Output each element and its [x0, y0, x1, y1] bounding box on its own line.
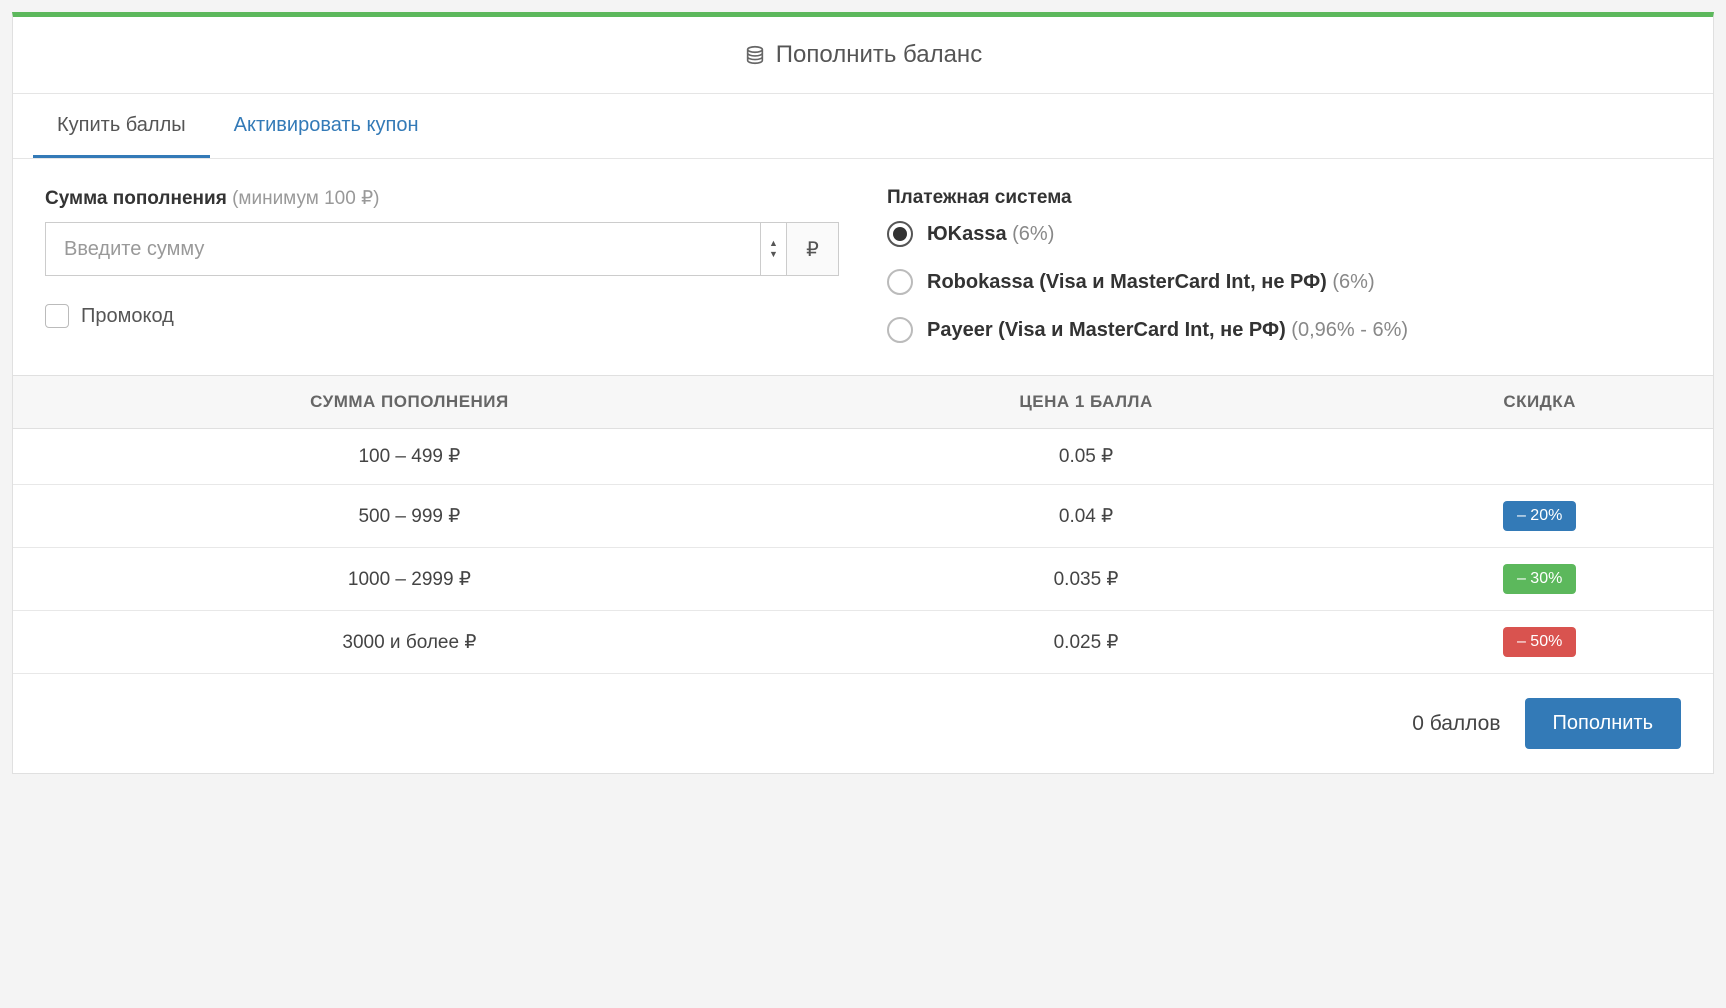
th-discount: СКИДКА	[1366, 376, 1713, 429]
currency-addon: ₽	[786, 223, 838, 275]
price-table: СУММА ПОПОЛНЕНИЯ ЦЕНА 1 БАЛЛА СКИДКА 100…	[13, 375, 1713, 674]
cell-amount: 500 – 999 ₽	[13, 485, 806, 548]
cell-discount: – 30%	[1366, 548, 1713, 611]
footer-row: 0 баллов Пополнить	[13, 674, 1713, 773]
payment-option-2[interactable]: Payeer (Visa и MasterCard Int, не РФ) (0…	[887, 317, 1681, 343]
topup-panel: Пополнить баланс Купить баллы Активирова…	[12, 12, 1714, 774]
panel-title: Пополнить баланс	[776, 41, 982, 69]
radio-icon	[887, 317, 913, 343]
cell-amount: 1000 – 2999 ₽	[13, 548, 806, 611]
cell-price: 0.025 ₽	[806, 611, 1366, 674]
payment-option-1[interactable]: Robokassa (Visa и MasterCard Int, не РФ)…	[887, 269, 1681, 295]
chevron-down-icon: ▼	[769, 250, 778, 259]
submit-button[interactable]: Пополнить	[1525, 698, 1681, 749]
promo-label: Промокод	[81, 305, 174, 328]
tab-activate-coupon[interactable]: Активировать купон	[210, 94, 443, 158]
cell-discount: – 20%	[1366, 485, 1713, 548]
cell-amount: 100 – 499 ₽	[13, 429, 806, 485]
tab-buy-points[interactable]: Купить баллы	[33, 94, 210, 158]
points-summary: 0 баллов	[1412, 712, 1500, 736]
panel-header: Пополнить баланс	[13, 17, 1713, 94]
chevron-up-icon: ▲	[769, 239, 778, 248]
payment-label: Платежная система	[887, 187, 1681, 209]
table-row: 500 – 999 ₽0.04 ₽ – 20%	[13, 485, 1713, 548]
coins-icon	[744, 44, 766, 66]
th-price: ЦЕНА 1 БАЛЛА	[806, 376, 1366, 429]
amount-label: Сумма пополнения (минимум 100 ₽)	[45, 187, 839, 210]
amount-stepper[interactable]: ▲ ▼	[760, 223, 786, 275]
radio-icon	[887, 269, 913, 295]
tabs: Купить баллы Активировать купон	[13, 94, 1713, 159]
payment-option-label: Robokassa (Visa и MasterCard Int, не РФ)…	[927, 271, 1375, 294]
discount-badge: – 30%	[1503, 564, 1576, 594]
cell-discount: – 50%	[1366, 611, 1713, 674]
cell-amount: 3000 и более ₽	[13, 611, 806, 674]
payment-column: Платежная система ЮKassa (6%) Robokassa (…	[887, 187, 1681, 343]
promo-checkbox[interactable]	[45, 304, 69, 328]
amount-column: Сумма пополнения (минимум 100 ₽) ▲ ▼ ₽ П…	[45, 187, 839, 343]
table-row: 3000 и более ₽0.025 ₽ – 50%	[13, 611, 1713, 674]
discount-badge: – 50%	[1503, 627, 1576, 657]
payment-option-label: ЮKassa (6%)	[927, 223, 1054, 246]
cell-price: 0.04 ₽	[806, 485, 1366, 548]
form-area: Сумма пополнения (минимум 100 ₽) ▲ ▼ ₽ П…	[13, 159, 1713, 375]
cell-price: 0.05 ₽	[806, 429, 1366, 485]
discount-badge: – 20%	[1503, 501, 1576, 531]
th-amount: СУММА ПОПОЛНЕНИЯ	[13, 376, 806, 429]
amount-input[interactable]	[46, 223, 760, 275]
promo-row[interactable]: Промокод	[45, 304, 839, 328]
payment-option-0[interactable]: ЮKassa (6%)	[887, 221, 1681, 247]
table-row: 100 – 499 ₽0.05 ₽	[13, 429, 1713, 485]
cell-price: 0.035 ₽	[806, 548, 1366, 611]
table-row: 1000 – 2999 ₽0.035 ₽ – 30%	[13, 548, 1713, 611]
payment-option-label: Payeer (Visa и MasterCard Int, не РФ) (0…	[927, 319, 1408, 342]
cell-discount	[1366, 429, 1713, 485]
amount-input-group: ▲ ▼ ₽	[45, 222, 839, 276]
radio-icon	[887, 221, 913, 247]
